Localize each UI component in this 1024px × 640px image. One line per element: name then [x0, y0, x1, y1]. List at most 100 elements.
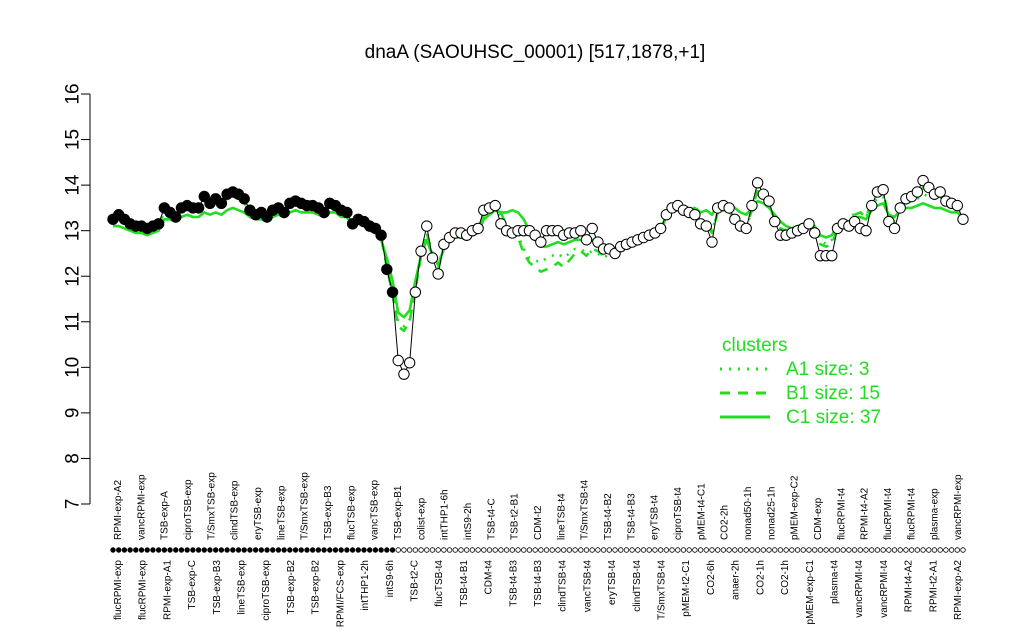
rug-marker	[361, 547, 367, 553]
rug-marker	[378, 547, 384, 553]
rug-marker	[258, 547, 265, 553]
x-tick-label-top: lineTSB-exp	[276, 485, 287, 540]
x-tick-label-top: TSB-exp-B1	[393, 485, 404, 540]
rug-marker	[926, 547, 932, 553]
rug-marker	[463, 547, 470, 553]
x-tick-label-top: clindTSB-exp	[230, 480, 241, 540]
legend-label-A1: A1 size: 3	[786, 359, 869, 380]
rug-marker	[212, 547, 219, 553]
rug-marker	[640, 547, 647, 553]
x-tick-label-bottom: TSB-exp-B2	[286, 560, 297, 615]
x-tick-label-top: TSB-t4-B3	[626, 493, 637, 540]
y-tick-label: 8	[63, 453, 84, 464]
rug-marker	[869, 547, 875, 553]
legend-label-C1: C1 size: 37	[786, 407, 881, 428]
rug-marker	[714, 547, 721, 553]
x-tick-label-bottom: TSB-exp-C	[187, 560, 198, 609]
x-tick-label-top: ciproTSB-t4	[673, 487, 684, 540]
rug-marker	[703, 547, 709, 553]
x-tick-label-top: TSB-t4-C	[486, 498, 497, 540]
x-tick-label-bottom: TSB-t2-C	[409, 560, 420, 602]
rug-marker	[424, 547, 430, 553]
x-tick-label-bottom: TSB-t4-B3	[508, 560, 519, 607]
data-point	[152, 218, 165, 230]
x-tick-label-top: eryTSB-t4	[650, 495, 661, 540]
rug-marker	[726, 547, 732, 553]
rug-marker	[629, 547, 635, 553]
x-tick-label-bottom: RPMI-t2-A1	[928, 560, 939, 613]
rug-marker	[960, 547, 966, 553]
data-point	[489, 199, 501, 212]
rug-marker	[732, 547, 738, 553]
rug-marker	[201, 547, 207, 553]
rug-marker	[857, 547, 864, 553]
x-tick-label-bottom: ciproTSB-exp	[261, 560, 272, 621]
rug-marker	[897, 547, 903, 553]
rug-marker	[367, 547, 373, 553]
data-point	[318, 206, 330, 219]
rug-marker	[195, 547, 202, 553]
data-point	[575, 224, 587, 237]
rug-marker	[418, 547, 424, 553]
x-tick-label-bottom: RPMI/FCS-exp	[335, 560, 346, 628]
rug-marker	[121, 547, 128, 553]
data-point	[723, 202, 735, 214]
rug-marker	[481, 547, 487, 553]
y-tick-label: 14	[63, 174, 84, 196]
rug-marker	[355, 547, 362, 553]
x-tick-label-top: CO2-2h	[720, 505, 731, 540]
data-point	[706, 236, 718, 248]
y-tick-label: 15	[63, 129, 84, 150]
data-point	[763, 195, 775, 207]
rug-marker	[173, 547, 179, 553]
rug-marker	[116, 547, 122, 553]
rug-marker	[931, 547, 938, 553]
rug-marker	[880, 547, 886, 553]
x-tick-label-bottom: vancTSB-t4	[582, 560, 593, 613]
rug-marker	[441, 547, 447, 553]
data-point	[654, 222, 667, 235]
data-point	[392, 354, 404, 367]
data-point	[472, 222, 484, 235]
data-point	[877, 183, 889, 196]
legend: clusters A1 size: 3 B1 size: 15 C1 size:…	[720, 335, 881, 428]
x-tick-label-bottom: TSB-exp-B2	[311, 560, 322, 615]
rug-marker	[920, 547, 926, 553]
rug-marker	[572, 547, 578, 553]
data-point	[375, 229, 387, 241]
rug-marker	[150, 547, 156, 553]
rug-marker	[384, 547, 390, 553]
x-tick-label-bottom: T/SmxTSB-t4	[657, 560, 668, 620]
x-tick-label-top: TSB-t2-B1	[510, 493, 521, 540]
rug-marker	[127, 547, 133, 553]
rug-marker	[709, 547, 715, 553]
rug-marker	[406, 547, 413, 553]
rug-marker	[863, 547, 869, 553]
rug-marker	[503, 547, 510, 553]
data-point	[826, 250, 838, 262]
x-tick-label-bottom: clindTSB-t4	[558, 560, 569, 612]
rug-marker	[110, 547, 116, 553]
data-points	[107, 174, 969, 380]
rug-marker	[903, 547, 909, 553]
x-tick-label-bottom: flucTSB-t4	[434, 560, 445, 607]
rug-marker	[754, 547, 761, 553]
rug-marker	[760, 547, 767, 553]
rug-marker	[560, 547, 567, 553]
rug-marker	[669, 547, 675, 553]
x-tick-label-bottom: TSB-t4-B3	[533, 560, 544, 607]
x-tick-label-top: nonad25-1h	[766, 487, 777, 540]
x-tick-label-top: TSB-exp-B3	[323, 485, 334, 540]
x-tick-label-top: ciproTSB-exp	[183, 479, 194, 540]
cluster-line-A1	[112, 192, 964, 328]
chart-title: dnaA (SAOUHSC_00001) [517,1878,+1]	[365, 42, 706, 63]
rug-marker	[908, 547, 915, 553]
x-tick-label-top: vancRPMI-exp	[136, 474, 147, 540]
rug-marker	[549, 547, 555, 553]
data-point	[170, 211, 182, 223]
x-tick-label-top: vancTSB-exp	[370, 480, 381, 540]
x-tick-label-bottom: eryTSB-t4	[607, 560, 618, 605]
data-point	[192, 202, 205, 214]
rug-marker	[589, 547, 595, 553]
rug-marker	[155, 547, 162, 553]
